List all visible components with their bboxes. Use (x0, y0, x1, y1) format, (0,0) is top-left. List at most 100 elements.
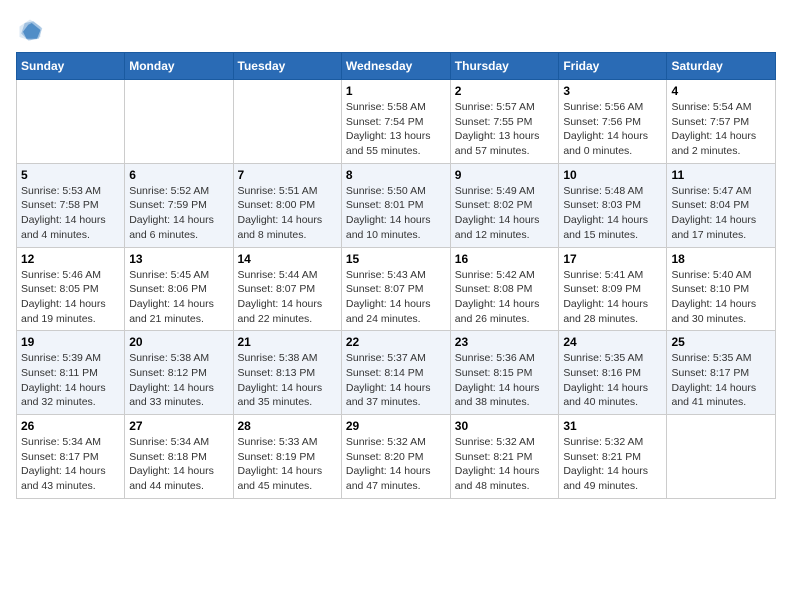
logo-icon (16, 16, 44, 44)
calendar-week-3: 12 Sunrise: 5:46 AMSunset: 8:05 PMDayligh… (17, 247, 776, 331)
day-info: Sunrise: 5:46 AMSunset: 8:05 PMDaylight:… (21, 268, 120, 327)
calendar-cell: 6 Sunrise: 5:52 AMSunset: 7:59 PMDaylight… (125, 163, 233, 247)
day-number: 27 (129, 419, 228, 433)
day-number: 23 (455, 335, 555, 349)
calendar-cell: 22Sunrise: 5:37 AMSunset: 8:14 PMDayligh… (341, 331, 450, 415)
day-number: 29 (346, 419, 446, 433)
calendar-cell: 18 Sunrise: 5:40 AMSunset: 8:10 PMDayligh… (667, 247, 776, 331)
calendar-cell: 9 Sunrise: 5:49 AMSunset: 8:02 PMDaylight… (450, 163, 559, 247)
calendar-week-5: 26 Sunrise: 5:34 AMSunset: 8:17 PMDayligh… (17, 415, 776, 499)
calendar-cell: 15 Sunrise: 5:43 AMSunset: 8:07 PMDayligh… (341, 247, 450, 331)
calendar-cell: 11 Sunrise: 5:47 AMSunset: 8:04 PMDayligh… (667, 163, 776, 247)
calendar-cell: 3 Sunrise: 5:56 AMSunset: 7:56 PMDaylight… (559, 80, 667, 164)
day-header-monday: Monday (125, 53, 233, 80)
day-info: Sunrise: 5:56 AMSunset: 7:56 PMDaylight:… (563, 100, 662, 159)
calendar-cell: 20 Sunrise: 5:38 AMSunset: 8:12 PMDayligh… (125, 331, 233, 415)
calendar-cell: 7 Sunrise: 5:51 AMSunset: 8:00 PMDaylight… (233, 163, 341, 247)
calendar-cell: 17 Sunrise: 5:41 AMSunset: 8:09 PMDayligh… (559, 247, 667, 331)
day-number: 17 (563, 252, 662, 266)
calendar-cell: 26 Sunrise: 5:34 AMSunset: 8:17 PMDayligh… (17, 415, 125, 499)
calendar-cell: 16Sunrise: 5:42 AMSunset: 8:08 PMDayligh… (450, 247, 559, 331)
day-info: Sunrise: 5:38 AMSunset: 8:12 PMDaylight:… (129, 351, 228, 410)
logo (16, 16, 48, 44)
day-number: 24 (563, 335, 662, 349)
calendar-cell: 12 Sunrise: 5:46 AMSunset: 8:05 PMDayligh… (17, 247, 125, 331)
calendar-cell: 8Sunrise: 5:50 AMSunset: 8:01 PMDaylight… (341, 163, 450, 247)
day-info: Sunrise: 5:38 AMSunset: 8:13 PMDaylight:… (238, 351, 337, 410)
day-number: 11 (671, 168, 771, 182)
day-number: 19 (21, 335, 120, 349)
day-header-tuesday: Tuesday (233, 53, 341, 80)
calendar-cell: 24 Sunrise: 5:35 AMSunset: 8:16 PMDayligh… (559, 331, 667, 415)
day-info: Sunrise: 5:34 AMSunset: 8:18 PMDaylight:… (129, 435, 228, 494)
day-info: Sunrise: 5:53 AMSunset: 7:58 PMDaylight:… (21, 184, 120, 243)
calendar-cell (667, 415, 776, 499)
day-info: Sunrise: 5:52 AMSunset: 7:59 PMDaylight:… (129, 184, 228, 243)
calendar-week-2: 5 Sunrise: 5:53 AMSunset: 7:58 PMDaylight… (17, 163, 776, 247)
calendar-cell: 28 Sunrise: 5:33 AMSunset: 8:19 PMDayligh… (233, 415, 341, 499)
day-number: 4 (671, 84, 771, 98)
day-info: Sunrise: 5:41 AMSunset: 8:09 PMDaylight:… (563, 268, 662, 327)
page-header (16, 16, 776, 44)
day-number: 26 (21, 419, 120, 433)
calendar-cell: 10 Sunrise: 5:48 AMSunset: 8:03 PMDayligh… (559, 163, 667, 247)
calendar-cell: 27 Sunrise: 5:34 AMSunset: 8:18 PMDayligh… (125, 415, 233, 499)
day-info: Sunrise: 5:35 AMSunset: 8:17 PMDaylight:… (671, 351, 771, 410)
day-number: 14 (238, 252, 337, 266)
day-header-thursday: Thursday (450, 53, 559, 80)
day-info: Sunrise: 5:32 AMSunset: 8:21 PMDaylight:… (455, 435, 555, 494)
day-info: Sunrise: 5:33 AMSunset: 8:19 PMDaylight:… (238, 435, 337, 494)
day-number: 31 (563, 419, 662, 433)
day-header-sunday: Sunday (17, 53, 125, 80)
calendar-header-row: SundayMondayTuesdayWednesdayThursdayFrid… (17, 53, 776, 80)
calendar-cell (233, 80, 341, 164)
calendar-cell: 1Sunrise: 5:58 AMSunset: 7:54 PMDaylight… (341, 80, 450, 164)
day-number: 3 (563, 84, 662, 98)
day-info: Sunrise: 5:49 AMSunset: 8:02 PMDaylight:… (455, 184, 555, 243)
day-number: 20 (129, 335, 228, 349)
day-info: Sunrise: 5:32 AMSunset: 8:20 PMDaylight:… (346, 435, 446, 494)
calendar-cell: 31Sunrise: 5:32 AMSunset: 8:21 PMDayligh… (559, 415, 667, 499)
calendar-cell: 30 Sunrise: 5:32 AMSunset: 8:21 PMDayligh… (450, 415, 559, 499)
day-info: Sunrise: 5:51 AMSunset: 8:00 PMDaylight:… (238, 184, 337, 243)
calendar-cell: 25Sunrise: 5:35 AMSunset: 8:17 PMDayligh… (667, 331, 776, 415)
day-number: 1 (346, 84, 446, 98)
day-number: 30 (455, 419, 555, 433)
day-number: 7 (238, 168, 337, 182)
day-number: 18 (671, 252, 771, 266)
calendar-cell (17, 80, 125, 164)
calendar-cell (125, 80, 233, 164)
day-number: 5 (21, 168, 120, 182)
day-number: 12 (21, 252, 120, 266)
day-info: Sunrise: 5:50 AMSunset: 8:01 PMDaylight:… (346, 184, 446, 243)
day-info: Sunrise: 5:34 AMSunset: 8:17 PMDaylight:… (21, 435, 120, 494)
day-info: Sunrise: 5:45 AMSunset: 8:06 PMDaylight:… (129, 268, 228, 327)
day-info: Sunrise: 5:40 AMSunset: 8:10 PMDaylight:… (671, 268, 771, 327)
calendar-cell: 4 Sunrise: 5:54 AMSunset: 7:57 PMDaylight… (667, 80, 776, 164)
day-info: Sunrise: 5:43 AMSunset: 8:07 PMDaylight:… (346, 268, 446, 327)
day-number: 28 (238, 419, 337, 433)
calendar-cell: 13 Sunrise: 5:45 AMSunset: 8:06 PMDayligh… (125, 247, 233, 331)
calendar-cell: 21Sunrise: 5:38 AMSunset: 8:13 PMDayligh… (233, 331, 341, 415)
calendar-cell: 14 Sunrise: 5:44 AMSunset: 8:07 PMDayligh… (233, 247, 341, 331)
calendar-cell: 2Sunrise: 5:57 AMSunset: 7:55 PMDaylight… (450, 80, 559, 164)
day-number: 15 (346, 252, 446, 266)
day-info: Sunrise: 5:48 AMSunset: 8:03 PMDaylight:… (563, 184, 662, 243)
day-number: 6 (129, 168, 228, 182)
day-info: Sunrise: 5:37 AMSunset: 8:14 PMDaylight:… (346, 351, 446, 410)
calendar-cell: 19 Sunrise: 5:39 AMSunset: 8:11 PMDayligh… (17, 331, 125, 415)
day-header-friday: Friday (559, 53, 667, 80)
day-info: Sunrise: 5:35 AMSunset: 8:16 PMDaylight:… (563, 351, 662, 410)
day-info: Sunrise: 5:39 AMSunset: 8:11 PMDaylight:… (21, 351, 120, 410)
day-number: 13 (129, 252, 228, 266)
day-number: 9 (455, 168, 555, 182)
day-number: 10 (563, 168, 662, 182)
day-info: Sunrise: 5:54 AMSunset: 7:57 PMDaylight:… (671, 100, 771, 159)
day-info: Sunrise: 5:44 AMSunset: 8:07 PMDaylight:… (238, 268, 337, 327)
day-number: 16 (455, 252, 555, 266)
calendar: SundayMondayTuesdayWednesdayThursdayFrid… (16, 52, 776, 499)
day-info: Sunrise: 5:36 AMSunset: 8:15 PMDaylight:… (455, 351, 555, 410)
day-info: Sunrise: 5:47 AMSunset: 8:04 PMDaylight:… (671, 184, 771, 243)
day-number: 2 (455, 84, 555, 98)
day-header-wednesday: Wednesday (341, 53, 450, 80)
